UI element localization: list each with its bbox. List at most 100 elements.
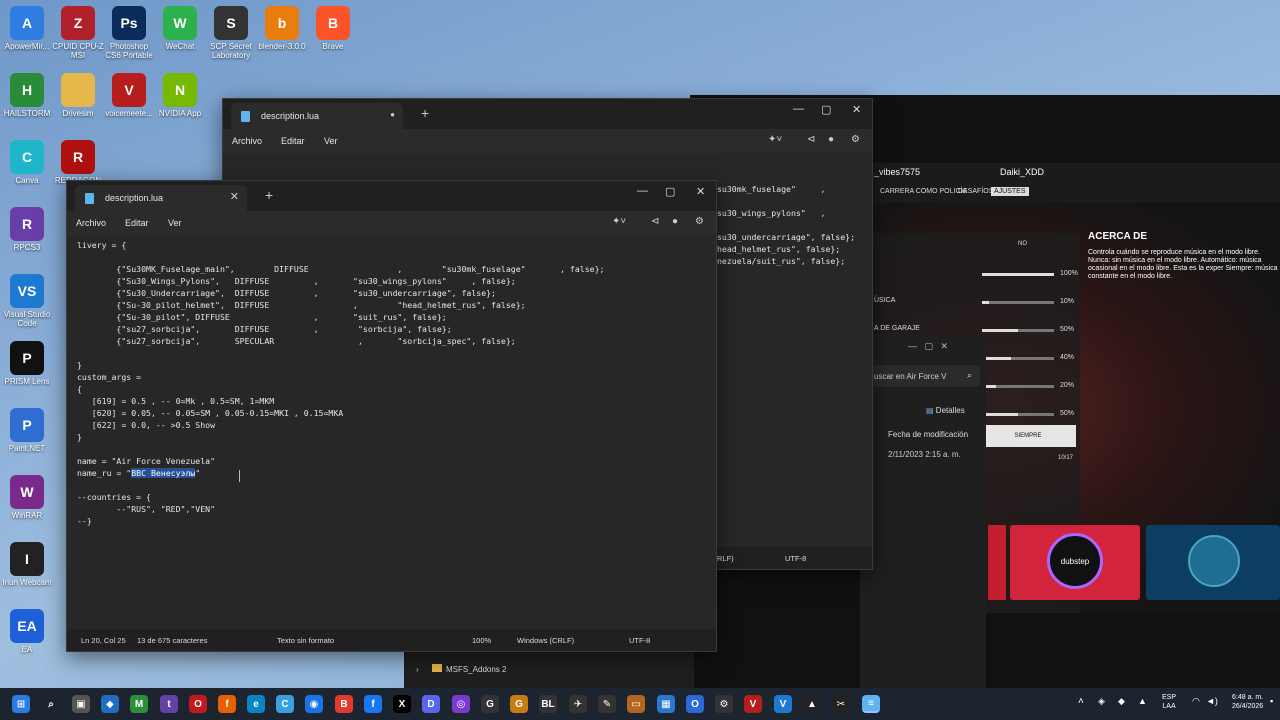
pen-icon[interactable]: ✎ — [598, 695, 616, 713]
game-slider[interactable] — [982, 329, 1054, 332]
input-language[interactable]: ESP LAA — [1162, 693, 1176, 711]
twitch-icon[interactable]: t — [160, 695, 178, 713]
desktop-icon[interactable]: A ApowerMir... — [0, 6, 54, 51]
desktop-icon[interactable]: R RPCS3 — [0, 207, 54, 252]
game-card-blue[interactable] — [1146, 525, 1280, 600]
copilot-icon[interactable]: ✦˅ — [612, 216, 626, 227]
start-button-icon[interactable]: ⊞ — [12, 695, 30, 713]
explorer-window-controls[interactable]: — ▢ ✕ — [908, 341, 948, 352]
game-slider[interactable] — [982, 301, 1054, 304]
notification-icon[interactable]: ▪ — [1270, 697, 1273, 706]
account-icon[interactable]: ● — [828, 134, 834, 145]
account-icon[interactable]: ● — [672, 216, 678, 227]
game-slider[interactable] — [982, 385, 1054, 388]
menu-editar[interactable]: Editar — [125, 218, 149, 228]
store-icon[interactable]: ▦ — [657, 695, 675, 713]
desktop-icon[interactable]: I Iriun Webcam — [0, 542, 54, 587]
new-tab-button[interactable]: + — [265, 187, 273, 203]
menu-ver[interactable]: Ver — [324, 136, 338, 146]
x-icon[interactable]: X — [393, 695, 411, 713]
desktop-icon[interactable]: C Canva — [0, 140, 54, 185]
search-icon[interactable]: ⌕ — [967, 370, 972, 381]
gear-icon[interactable]: ⚙ — [695, 216, 704, 227]
new-tab-button[interactable]: + — [421, 105, 429, 121]
close-button[interactable]: ✕ — [696, 185, 705, 198]
notepad-front-tab[interactable]: description.lua ✕ — [75, 185, 247, 211]
facebook-icon[interactable]: f — [364, 695, 382, 713]
menu-archivo[interactable]: Archivo — [76, 218, 106, 228]
voicemeeter-icon[interactable]: V — [744, 695, 762, 713]
game-app-icon[interactable]: G — [510, 695, 528, 713]
copilot-app-icon[interactable]: C — [276, 695, 294, 713]
desktop-icon[interactable]: H HAILSTORM — [0, 73, 54, 118]
tab-close-icon[interactable]: ✕ — [230, 190, 239, 203]
file-explorer-window[interactable]: — ▢ ✕ uscar en Air Force V ⌕ ▤ Detalles … — [860, 335, 986, 690]
widgets-icon[interactable]: ◆ — [101, 695, 119, 713]
explorer-folder-msfs[interactable]: MSFS_Addons 2 — [446, 665, 506, 674]
file-explorer-icon[interactable]: ▭ — [627, 695, 645, 713]
brave-icon[interactable]: B — [335, 695, 353, 713]
tray-app2-icon[interactable]: ◆ — [1118, 697, 1125, 706]
share-icon[interactable]: ⊲ — [651, 216, 659, 227]
desktop-icon[interactable]: P Paint.NET — [0, 408, 54, 453]
game-slider[interactable] — [982, 273, 1054, 276]
desktop-icon[interactable]: Drivesim — [51, 73, 105, 118]
close-button[interactable]: ✕ — [852, 103, 861, 116]
tray-app3-icon[interactable]: ▲ — [1138, 697, 1147, 706]
desktop-icon[interactable]: B Brave — [306, 6, 360, 51]
desktop-icon[interactable]: W WeChat — [153, 6, 207, 51]
notepad-front-window[interactable]: description.lua ✕ + — ▢ ✕ Archivo Editar… — [66, 180, 717, 652]
volume-icon[interactable]: ◄) — [1206, 697, 1218, 706]
bl-icon[interactable]: BL — [539, 695, 557, 713]
game-slider[interactable] — [982, 413, 1054, 416]
edge-icon[interactable]: e — [247, 695, 265, 713]
wifi-icon[interactable]: ◠ — [1192, 697, 1200, 706]
gear-icon[interactable]: ⚙ — [851, 134, 860, 145]
minimize-button[interactable]: — — [793, 103, 804, 115]
desktop-icon[interactable]: Ps Photoshop CS6 Portable — [102, 6, 156, 60]
copilot-icon[interactable]: ✦˅ — [768, 134, 782, 145]
tray-overflow-icon[interactable]: ˄ — [1078, 697, 1084, 707]
share-icon[interactable]: ⊲ — [807, 134, 815, 145]
notepad-front-editor[interactable]: livery = { {"Su30MK_Fuselage_main", DIFF… — [67, 235, 716, 629]
explorer-details-button[interactable]: ▤ Detalles — [926, 406, 965, 415]
discord-icon[interactable]: D — [422, 695, 440, 713]
opera-icon[interactable]: O — [189, 695, 207, 713]
desktop-icon[interactable]: S SCP Secret Laboratory — [204, 6, 258, 60]
desktop-icon[interactable]: VS Visual Studio Code — [0, 274, 54, 328]
game-slider[interactable] — [982, 357, 1054, 360]
menu-editar[interactable]: Editar — [281, 136, 305, 146]
desktop-icon[interactable]: RREDRAGON — [51, 140, 105, 185]
outlook-icon[interactable]: O — [686, 695, 704, 713]
plane-icon[interactable]: ✈ — [569, 695, 587, 713]
explorer-row-modified[interactable]: 2/11/2023 2:15 a. m. — [888, 450, 961, 459]
game-always-option[interactable]: SIEMPRE — [980, 425, 1076, 447]
desktop-icon[interactable]: b blender-3.0.0 — [255, 6, 309, 51]
task-view-icon[interactable]: ▣ — [72, 695, 90, 713]
minimize-button[interactable]: — — [637, 185, 648, 197]
desktop-icon[interactable]: Vvoicemeete... — [102, 73, 156, 118]
desktop-icon[interactable]: W WinRAR — [0, 475, 54, 520]
status-zoom[interactable]: 100% — [472, 636, 491, 645]
desktop-icon[interactable]: N NVIDIA App — [153, 73, 207, 118]
game-card-partial[interactable] — [988, 525, 1006, 600]
explorer-col-modified[interactable]: Fecha de modificación — [888, 430, 968, 439]
minecraft-icon[interactable]: M — [130, 695, 148, 713]
clock[interactable]: 6:48 a. m. 26/4/2026 — [1232, 693, 1263, 711]
settings-icon[interactable]: ⚙ — [715, 695, 733, 713]
desktop-icon[interactable]: Z CPUID CPU-Z MSI — [51, 6, 105, 60]
menu-ver[interactable]: Ver — [168, 218, 182, 228]
app-icon[interactable]: ◎ — [452, 695, 470, 713]
notepad-taskbar-icon[interactable]: ≡ — [862, 695, 880, 713]
desktop-icon[interactable]: P PRISM Lens — [0, 341, 54, 386]
game-nav-police[interactable]: CARRERA COMO POLICÍA — [880, 188, 967, 195]
desktop-icon[interactable]: EA EA — [0, 609, 54, 654]
firefox-icon[interactable]: f — [218, 695, 236, 713]
chrome-icon[interactable]: ◉ — [305, 695, 323, 713]
game-nav-settings[interactable]: AJUSTES — [991, 187, 1029, 196]
game-nav-challenges[interactable]: DESAFÍOS — [958, 188, 993, 195]
explorer-search-input[interactable]: uscar en Air Force V — [874, 372, 946, 381]
snipping-icon[interactable]: ✂ — [832, 695, 850, 713]
notepad-back-tab[interactable]: description.lua ● — [231, 103, 403, 129]
vscode-icon[interactable]: V — [774, 695, 792, 713]
